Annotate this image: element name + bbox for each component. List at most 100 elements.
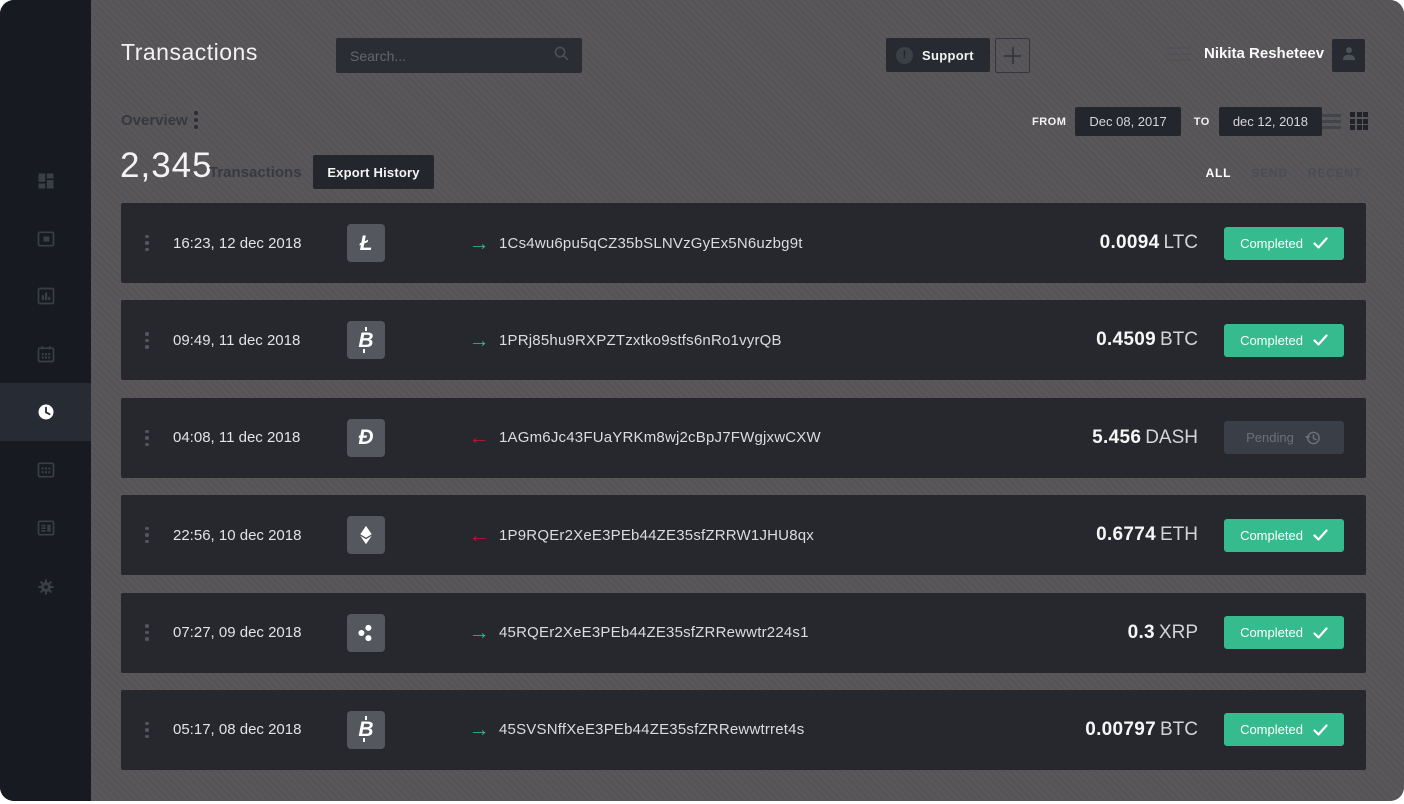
xrp-icon <box>347 613 385 652</box>
settings-gear-icon <box>36 577 56 597</box>
check-icon <box>1313 626 1328 639</box>
amount-value: 5.456 <box>1092 426 1142 448</box>
dashboard-icon <box>36 171 56 191</box>
sidebar-item-history[interactable] <box>0 383 91 441</box>
transaction-time: 22:56, 10 dec 2018 <box>173 526 302 544</box>
status-label: Completed <box>1240 332 1303 348</box>
ltc-icon: Ł <box>347 224 385 262</box>
amount-currency: ETH <box>1160 524 1198 546</box>
status-label: Completed <box>1240 527 1303 543</box>
amount-value: 0.0094 <box>1099 232 1160 253</box>
menu-icon[interactable] <box>1167 47 1191 65</box>
history-clock-icon <box>36 402 56 422</box>
status-badge[interactable]: Completed <box>1224 226 1344 260</box>
sidebar-item-table[interactable] <box>0 441 91 499</box>
row-menu-icon[interactable] <box>141 429 153 447</box>
transaction-address: 1Cs4wu6pu5qCZ35bSLNVzGyEx5N6uzbg9t <box>499 234 803 252</box>
transaction-row[interactable]: 22:56, 10 dec 2018 ← 1P9RQEr2XeE3PEb44ZE… <box>121 495 1366 576</box>
transaction-time: 16:23, 12 dec 2018 <box>173 234 302 252</box>
row-menu-icon[interactable] <box>141 721 153 739</box>
list-view-icon[interactable] <box>1322 113 1341 129</box>
row-menu-icon[interactable] <box>141 234 153 252</box>
btc-icon: B <box>347 710 385 749</box>
search-icon[interactable] <box>553 45 570 67</box>
transaction-row[interactable]: 09:49, 11 dec 2018 B → 1PRj85hu9RXPZTzxt… <box>121 300 1366 381</box>
transaction-time: 05:17, 08 dec 2018 <box>173 721 302 739</box>
transaction-amount: 0.0094 LTC <box>1100 232 1198 254</box>
status-badge[interactable]: Completed <box>1224 518 1344 552</box>
transaction-amount: 5.456 DASH <box>1092 427 1198 449</box>
filter-tab-send[interactable]: SEND <box>1251 166 1288 180</box>
filter-tabs: ALL SEND RECENT <box>1206 166 1362 180</box>
amount-currency: BTC <box>1160 329 1198 351</box>
amount-currency: XRP <box>1158 621 1198 643</box>
status-label: Completed <box>1240 625 1303 641</box>
transaction-count-caption: Transactions <box>209 164 302 181</box>
row-menu-icon[interactable] <box>141 624 153 641</box>
transaction-list: 16:23, 12 dec 2018 Ł → 1Cs4wu6pu5qCZ35bS… <box>121 203 1366 787</box>
row-menu-icon[interactable] <box>141 526 153 544</box>
transaction-time: 09:49, 11 dec 2018 <box>173 331 301 349</box>
sidebar-item-calendar[interactable] <box>0 325 91 383</box>
filter-tab-all[interactable]: ALL <box>1206 166 1232 180</box>
wallet-icon <box>36 229 56 249</box>
dash-icon: Đ <box>347 418 385 457</box>
transaction-address: 1P9RQEr2XeE3PEb44ZE35sfZRRW1JHU8qx <box>499 526 814 544</box>
support-label: Support <box>922 47 974 63</box>
sidebar-item-reports[interactable] <box>0 499 91 557</box>
info-icon: ! <box>896 46 913 64</box>
sidebar-item-dashboard[interactable] <box>0 152 91 210</box>
reports-icon <box>36 518 56 538</box>
avatar[interactable] <box>1332 39 1365 72</box>
amount-value: 0.4509 <box>1096 329 1156 351</box>
status-badge[interactable]: Completed <box>1224 616 1344 650</box>
check-icon <box>1313 237 1328 249</box>
amount-value: 0.6774 <box>1096 524 1156 546</box>
overview-menu-icon[interactable] <box>194 111 198 132</box>
transaction-row[interactable]: 07:27, 09 dec 2018 → 45RQEr2XeE3PEb44ZE3… <box>121 592 1366 673</box>
table-icon <box>36 460 56 480</box>
amount-currency: LTC <box>1163 232 1198 253</box>
status-badge[interactable]: Pending <box>1224 421 1344 455</box>
person-icon <box>1339 43 1359 68</box>
transaction-time: 04:08, 11 dec 2018 <box>173 429 301 447</box>
transaction-count: 2,345 <box>120 146 213 185</box>
arrow-right-icon: → <box>468 231 490 255</box>
transaction-address: 45SVSNffXeE3PEb44ZE35sfZRRewwtrret4s <box>499 721 805 739</box>
transaction-row[interactable]: 04:08, 11 dec 2018 Đ ← 1AGm6Jc43FUaYRKm8… <box>121 397 1366 478</box>
transaction-row[interactable]: 05:17, 08 dec 2018 B → 45SVSNffXeE3PEb44… <box>121 689 1366 770</box>
amount-currency: DASH <box>1145 426 1198 448</box>
status-badge[interactable]: Completed <box>1224 323 1344 357</box>
sidebar-item-charts[interactable] <box>0 267 91 325</box>
status-label: Completed <box>1240 722 1303 738</box>
to-date-input[interactable]: dec 12, 2018 <box>1218 107 1322 136</box>
transaction-address: 1PRj85hu9RXPZTzxtko9stfs6nRo1vyrQB <box>499 331 782 349</box>
transaction-amount: 0.00797 BTC <box>1085 719 1198 741</box>
export-history-button[interactable]: Export History <box>313 155 434 189</box>
from-date-input[interactable]: Dec 08, 2017 <box>1075 107 1181 136</box>
grid-view-icon[interactable] <box>1350 112 1368 130</box>
arrow-right-icon: → <box>468 718 490 742</box>
chart-icon <box>36 286 56 306</box>
status-badge[interactable]: Completed <box>1224 713 1344 747</box>
search-input[interactable] <box>336 47 553 64</box>
page-title: Transactions <box>121 39 258 65</box>
sidebar-item-wallet[interactable] <box>0 210 91 268</box>
transaction-time: 07:27, 09 dec 2018 <box>173 624 302 642</box>
pending-history-icon <box>1304 429 1322 447</box>
filter-tab-recent[interactable]: RECENT <box>1308 166 1362 180</box>
from-label: FROM <box>1032 115 1067 128</box>
transaction-amount: 0.4509 BTC <box>1096 329 1198 351</box>
to-label: TO <box>1193 115 1210 128</box>
support-button[interactable]: ! Support <box>886 38 990 72</box>
transaction-row[interactable]: 16:23, 12 dec 2018 Ł → 1Cs4wu6pu5qCZ35bS… <box>121 203 1366 283</box>
check-icon <box>1313 724 1328 736</box>
calendar-icon <box>36 344 56 364</box>
transaction-address: 45RQEr2XeE3PEb44ZE35sfZRRewwtr224s1 <box>499 624 809 642</box>
status-label: Completed <box>1240 235 1303 251</box>
search-box <box>336 38 582 73</box>
sidebar-item-settings[interactable] <box>0 558 91 616</box>
overview-label[interactable]: Overview <box>121 112 188 129</box>
row-menu-icon[interactable] <box>141 332 153 349</box>
add-button[interactable] <box>995 38 1030 73</box>
